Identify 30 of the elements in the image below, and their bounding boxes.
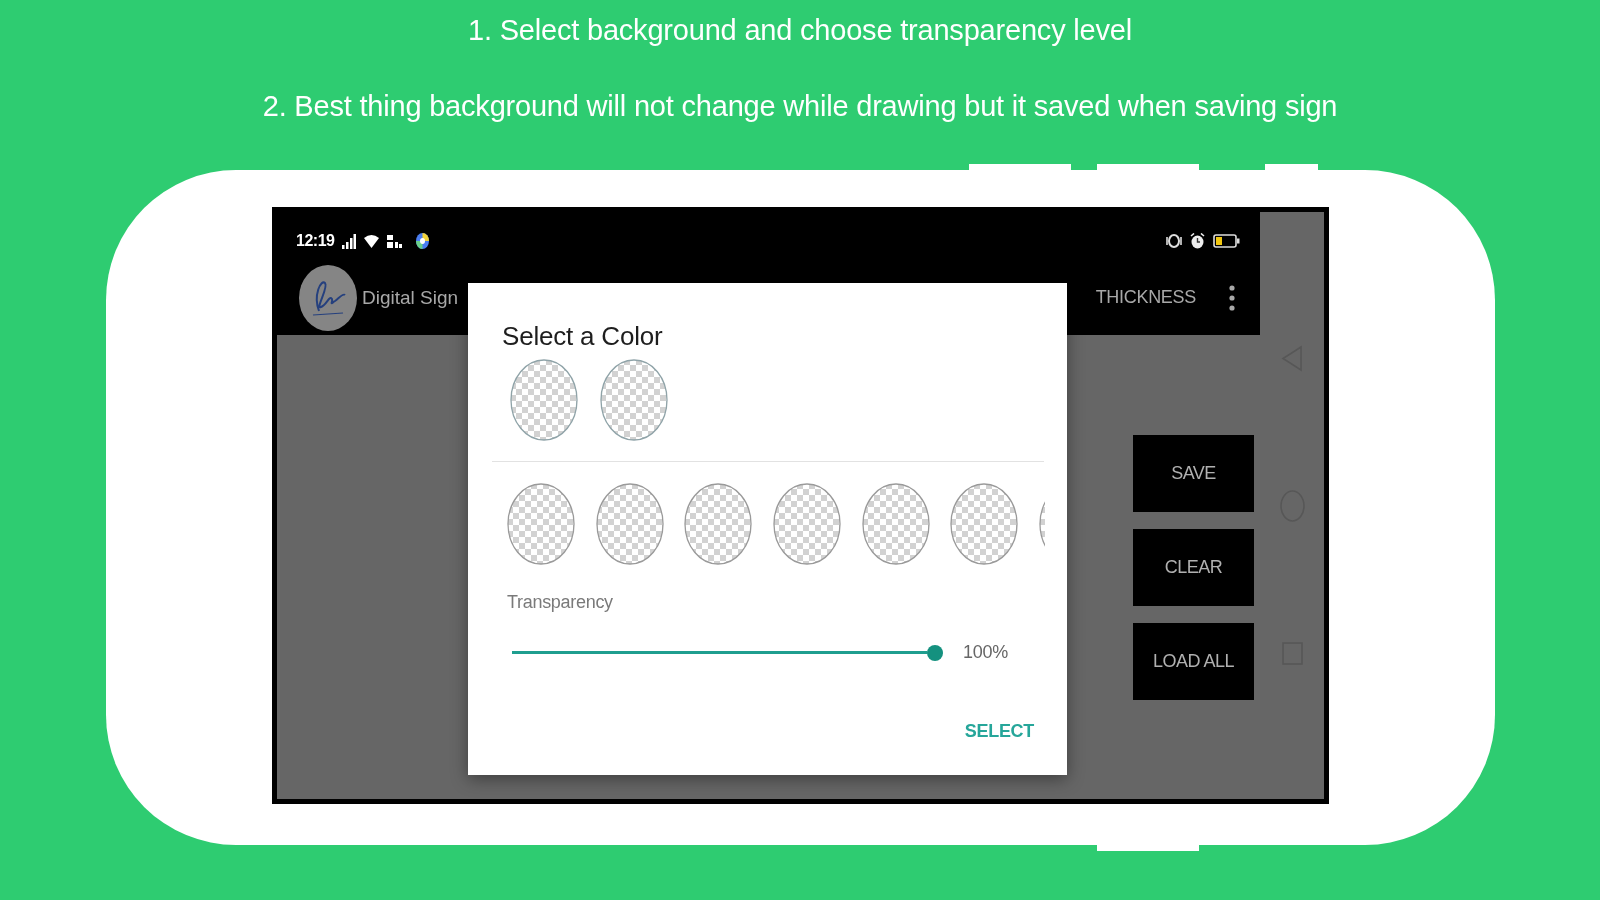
alarm-clock-icon [1190, 233, 1205, 249]
transparency-slider[interactable] [512, 643, 943, 662]
checkered-swatch-icon[interactable] [595, 483, 664, 565]
checkered-swatch-icon[interactable] [600, 359, 668, 441]
instruction-text: 2. Best thing background will not change while drawing but it saved when saving sign [262, 89, 1338, 123]
checkered-swatch-icon[interactable] [507, 483, 575, 565]
action-button[interactable]: CLEAR [1133, 529, 1254, 606]
more-menu-icon[interactable] [1229, 284, 1235, 311]
slider-thumb[interactable] [927, 644, 943, 661]
transparency-reading: 100% [963, 642, 1008, 663]
signature-logo-icon [299, 264, 357, 331]
dialog-title: Select a Color [502, 321, 663, 351]
multicolor-circle-icon [416, 233, 430, 249]
app-title: Digital Sign [362, 286, 459, 309]
checkered-swatch-icon[interactable] [950, 483, 1019, 565]
checkered-swatch-icon[interactable] [861, 483, 930, 565]
checkered-swatch-icon[interactable] [773, 483, 842, 565]
battery-icon [1213, 233, 1240, 249]
grid-icon [387, 233, 403, 249]
transparency-label: Transparency [507, 591, 613, 613]
action-button[interactable]: SAVE [1133, 435, 1254, 512]
checkered-swatch-icon[interactable] [510, 359, 578, 441]
ring-icon [1166, 233, 1182, 249]
status-time: 12:19 [296, 232, 335, 250]
wifi-icon [364, 233, 380, 249]
appbar-action[interactable]: THICKNESS [1095, 287, 1196, 308]
instruction-text: 1. Select background and choose transparency level [468, 13, 1132, 47]
signal-icon [342, 233, 357, 249]
action-button[interactable]: LOAD ALL [1133, 623, 1254, 700]
checkered-swatch-icon[interactable] [684, 483, 753, 565]
